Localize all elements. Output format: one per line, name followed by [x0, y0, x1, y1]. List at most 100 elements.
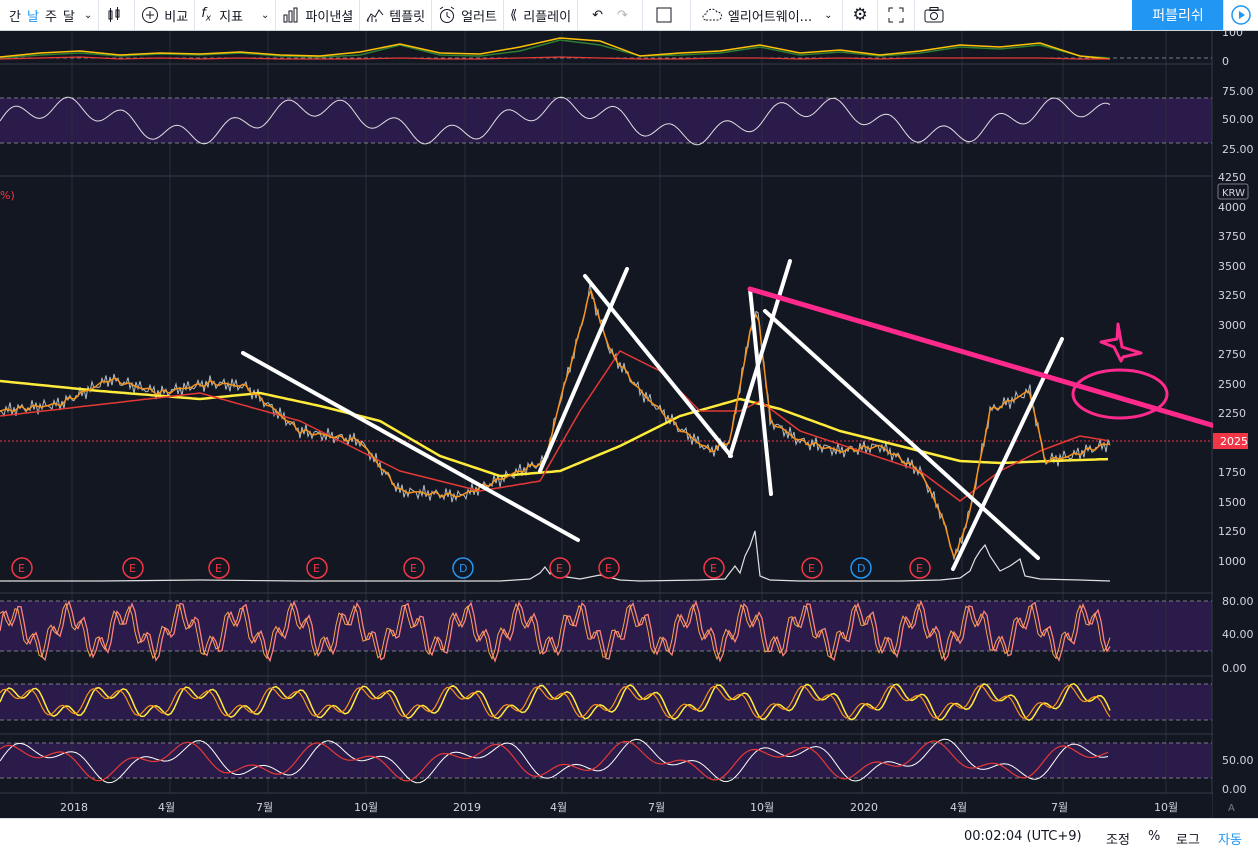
fx-icon: fx: [201, 6, 212, 24]
interval-group: 간 날 주 달 ⌄: [0, 0, 100, 30]
svg-text:D: D: [857, 562, 865, 575]
dividend-marker: D: [452, 557, 474, 579]
interval-month[interactable]: 달: [60, 6, 78, 25]
time-axis[interactable]: [0, 794, 1212, 818]
time-label: 7월: [1051, 801, 1068, 814]
stoch3-band: [0, 743, 1212, 778]
earnings-marker: E: [909, 557, 931, 579]
alarm-clock-icon: [439, 6, 455, 23]
compare-button[interactable]: 비교: [135, 0, 196, 30]
snapshot-button[interactable]: [915, 0, 953, 30]
alert-label: 얼러트: [461, 9, 498, 25]
stoch1-tick: 0.00: [1222, 662, 1247, 675]
play-icon: [1231, 5, 1251, 25]
indicators-button[interactable]: fx 지표 ⌄: [195, 0, 277, 30]
svg-text:E: E: [605, 562, 612, 575]
plus-circle-icon: [142, 7, 159, 23]
stoch1-band: [0, 601, 1212, 651]
earnings-marker: E: [598, 557, 620, 579]
adjust-button[interactable]: 조정: [1106, 829, 1130, 848]
price-tick: 3750: [1218, 230, 1246, 243]
publish-button[interactable]: 퍼블리쉬: [1132, 0, 1224, 30]
time-label: 10월: [750, 801, 774, 814]
svg-text:E: E: [313, 562, 320, 575]
stoch3-tick: 50.00: [1222, 754, 1254, 767]
svg-text:D: D: [459, 562, 467, 575]
rsi-tick: 50.00: [1222, 113, 1254, 126]
replay-button[interactable]: ⟪ 리플레이: [504, 0, 579, 30]
price-tick: 1000: [1218, 555, 1246, 568]
chart-canvas[interactable]: E E E E E D E E E E D E 100 0 75.00 50.00 25.00 425…: [0, 31, 1258, 818]
settings-button[interactable]: ⚙: [843, 0, 878, 30]
time-label: 7월: [256, 801, 273, 814]
status-bar: 00:02:04 (UTC+9) 조정 % 로그 자동: [0, 818, 1258, 853]
financials-label: 파이낸셜: [305, 9, 354, 25]
layout-name-dropdown[interactable]: 엘리어트웨이... ⌄: [691, 0, 844, 30]
rsi-tick: 25.00: [1222, 143, 1254, 156]
rsi-tick: 75.00: [1222, 85, 1254, 98]
auto-button[interactable]: 자동: [1218, 829, 1242, 848]
undo-redo-group: ↶ ↷: [578, 0, 643, 30]
dividend-marker: D: [850, 557, 872, 579]
earnings-marker: E: [122, 557, 144, 579]
earnings-marker: E: [208, 557, 230, 579]
redo-icon[interactable]: ↷: [617, 8, 628, 23]
price-tick: 2500: [1218, 378, 1246, 391]
financials-button[interactable]: 파이낸셜: [276, 0, 361, 30]
undo-icon[interactable]: ↶: [592, 8, 603, 23]
event-markers: EEEEEDEEEEDE: [11, 557, 931, 579]
svg-text:E: E: [215, 562, 222, 575]
pink-circle-annotation[interactable]: [1071, 368, 1169, 420]
earnings-marker: E: [403, 557, 425, 579]
stoch1-tick: 80.00: [1222, 595, 1254, 608]
alert-button[interactable]: 얼러트: [432, 0, 505, 30]
indicators-label: 지표: [219, 9, 244, 25]
currency-label: KRW: [1222, 188, 1245, 199]
stoch2-band: [0, 684, 1212, 720]
chart-area[interactable]: E E E E E D E E E E D E 100 0 75.00 50.00 25.00 425…: [0, 31, 1258, 818]
earnings-marker: E: [801, 557, 823, 579]
earnings-marker: E: [703, 557, 725, 579]
time-label: 10월: [354, 801, 378, 814]
price-tick: 1750: [1218, 466, 1246, 479]
stoch3-tick: 0.00: [1222, 783, 1247, 796]
bar-chart-icon: [283, 7, 298, 23]
fullscreen-icon: [888, 7, 904, 23]
interval-minute[interactable]: 간: [6, 6, 24, 25]
chevron-down-icon[interactable]: ⌄: [824, 10, 832, 21]
pink-trendline[interactable]: [747, 286, 1228, 432]
price-tick: 2750: [1218, 348, 1246, 361]
gear-icon: ⚙: [852, 5, 868, 25]
price-tick: 1250: [1218, 525, 1246, 538]
chart-type-button[interactable]: [99, 0, 136, 30]
level-lines: [0, 57, 1212, 779]
top-osc-green: [0, 39, 1111, 59]
time-label: 4월: [550, 801, 567, 814]
compare-label: 비교: [164, 9, 189, 25]
pink-star-annotation[interactable]: [1099, 322, 1143, 363]
templates-button[interactable]: 템플릿: [360, 0, 433, 30]
interval-week[interactable]: 주: [42, 6, 60, 25]
play-button[interactable]: [1223, 0, 1258, 30]
candle-chart-icon: [108, 7, 120, 22]
log-button[interactable]: 로그: [1176, 829, 1200, 848]
vertical-grid: [71, 31, 1167, 793]
cloud-icon: [702, 8, 722, 21]
ma-fast-orange: [0, 288, 1111, 559]
time-label: 4월: [950, 801, 967, 814]
percent-button[interactable]: %: [1148, 829, 1160, 844]
svg-text:E: E: [916, 562, 923, 575]
stoch1-tick: 40.00: [1222, 628, 1254, 641]
chevron-down-icon[interactable]: ⌄: [261, 10, 269, 21]
axis-mode-button[interactable]: A: [1228, 803, 1235, 814]
top-osc-tick: 0: [1222, 55, 1229, 68]
earnings-marker: E: [306, 557, 328, 579]
svg-text:E: E: [129, 562, 136, 575]
fullscreen-button[interactable]: [878, 0, 915, 30]
templates-label: 템플릿: [389, 9, 426, 25]
time-label: 10월: [1154, 801, 1178, 814]
chevron-down-icon[interactable]: ⌄: [84, 10, 92, 21]
price-tick: 3500: [1218, 260, 1246, 273]
interval-day[interactable]: 날: [24, 6, 42, 25]
layout-select-button[interactable]: [643, 0, 691, 30]
